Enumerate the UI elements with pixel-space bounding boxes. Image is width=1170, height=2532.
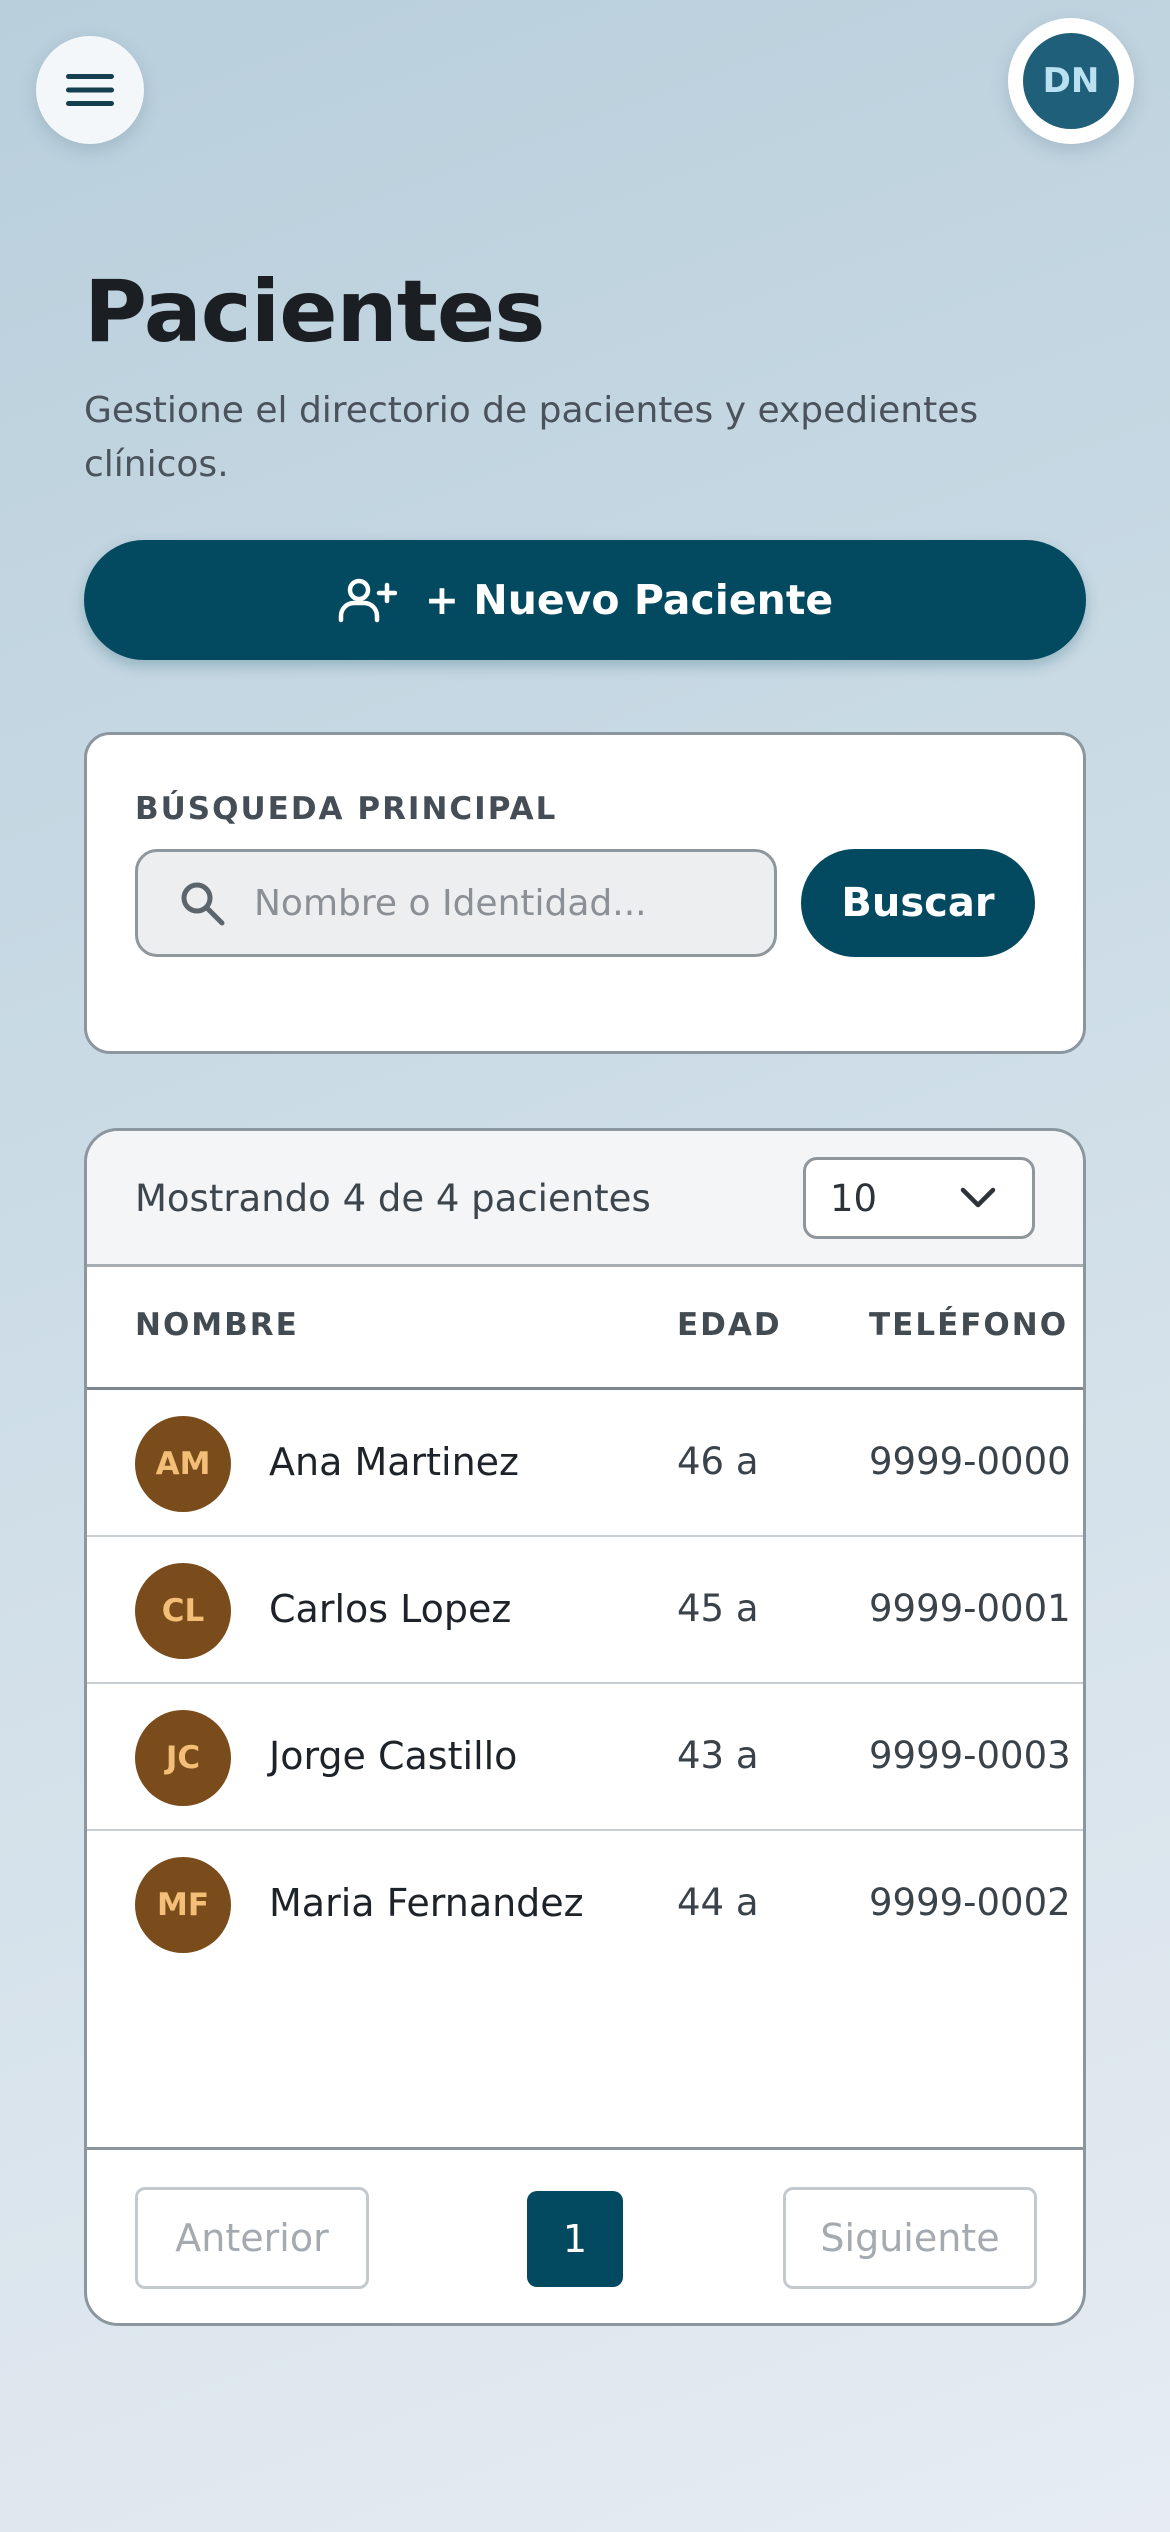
patient-phone: 9999-0001: [869, 1587, 1071, 1630]
new-patient-label: + Nuevo Paciente: [424, 576, 834, 624]
patient-age: 43 a: [677, 1734, 759, 1777]
patient-initials: JC: [165, 1740, 201, 1776]
patient-name[interactable]: Maria Fernandez: [269, 1881, 584, 1925]
patient-avatar: AM: [135, 1416, 231, 1512]
user-plus-icon: [338, 578, 397, 623]
pagination-divider: [87, 2147, 1083, 2150]
user-avatar: DN: [1023, 33, 1119, 129]
patient-initials: CL: [161, 1593, 205, 1629]
search-icon: [181, 882, 225, 926]
patient-initials: MF: [156, 1887, 210, 1923]
search-input[interactable]: [254, 882, 734, 924]
patient-phone: 9999-0002: [869, 1881, 1071, 1924]
table-row[interactable]: MF Maria Fernandez 44 a 9999-0002: [87, 1831, 1083, 1978]
patient-name[interactable]: Carlos Lopez: [269, 1587, 511, 1631]
user-avatar-button[interactable]: DN: [1008, 18, 1134, 144]
patient-initials: AM: [155, 1446, 211, 1482]
new-patient-button[interactable]: + Nuevo Paciente: [84, 540, 1086, 660]
next-page-label: Siguiente: [820, 2216, 1000, 2260]
column-header-phone[interactable]: TELÉFONO: [869, 1307, 1068, 1343]
table-row[interactable]: AM Ana Martinez 46 a 9999-0000: [87, 1390, 1083, 1537]
page-title: Pacientes: [84, 262, 545, 362]
next-page-button[interactable]: Siguiente: [783, 2187, 1037, 2289]
patient-phone: 9999-0003: [869, 1734, 1071, 1777]
search-field[interactable]: [135, 849, 777, 957]
previous-page-button[interactable]: Anterior: [135, 2187, 369, 2289]
current-page-button[interactable]: 1: [527, 2191, 623, 2287]
search-button-label: Buscar: [841, 880, 995, 926]
search-card: BÚSQUEDA PRINCIPAL Buscar: [84, 732, 1086, 1054]
patients-table-card: Mostrando 4 de 4 pacientes 10 NOMBRE EDA…: [84, 1128, 1086, 2326]
column-header-age[interactable]: EDAD: [677, 1307, 782, 1343]
patient-avatar: CL: [135, 1563, 231, 1659]
search-section-label: BÚSQUEDA PRINCIPAL: [135, 791, 558, 827]
patient-avatar: MF: [135, 1857, 231, 1953]
patient-avatar: JC: [135, 1710, 231, 1806]
table-toolbar: Mostrando 4 de 4 pacientes 10: [87, 1131, 1083, 1267]
patient-age: 46 a: [677, 1440, 759, 1483]
page-subtitle: Gestione el directorio de pacientes y ex…: [84, 390, 979, 485]
table-row[interactable]: JC Jorge Castillo 43 a 9999-0003: [87, 1684, 1083, 1831]
column-header-name[interactable]: NOMBRE: [135, 1307, 299, 1343]
page-size-select[interactable]: 10: [803, 1157, 1035, 1239]
results-count: Mostrando 4 de 4 pacientes: [135, 1177, 651, 1220]
patient-name[interactable]: Jorge Castillo: [269, 1734, 517, 1778]
search-button[interactable]: Buscar: [801, 849, 1035, 957]
previous-page-label: Anterior: [175, 2216, 329, 2260]
menu-icon: [66, 74, 114, 106]
patient-age: 44 a: [677, 1881, 759, 1924]
menu-button[interactable]: [36, 36, 144, 144]
patient-age: 45 a: [677, 1587, 759, 1630]
page-size-value: 10: [830, 1176, 878, 1220]
current-page-number: 1: [562, 2217, 588, 2261]
table-row[interactable]: CL Carlos Lopez 45 a 9999-0001: [87, 1537, 1083, 1684]
patient-name[interactable]: Ana Martinez: [269, 1440, 519, 1484]
user-initials: DN: [1042, 61, 1100, 101]
chevron-down-icon: [960, 1187, 996, 1208]
patient-phone: 9999-0000: [869, 1440, 1071, 1483]
